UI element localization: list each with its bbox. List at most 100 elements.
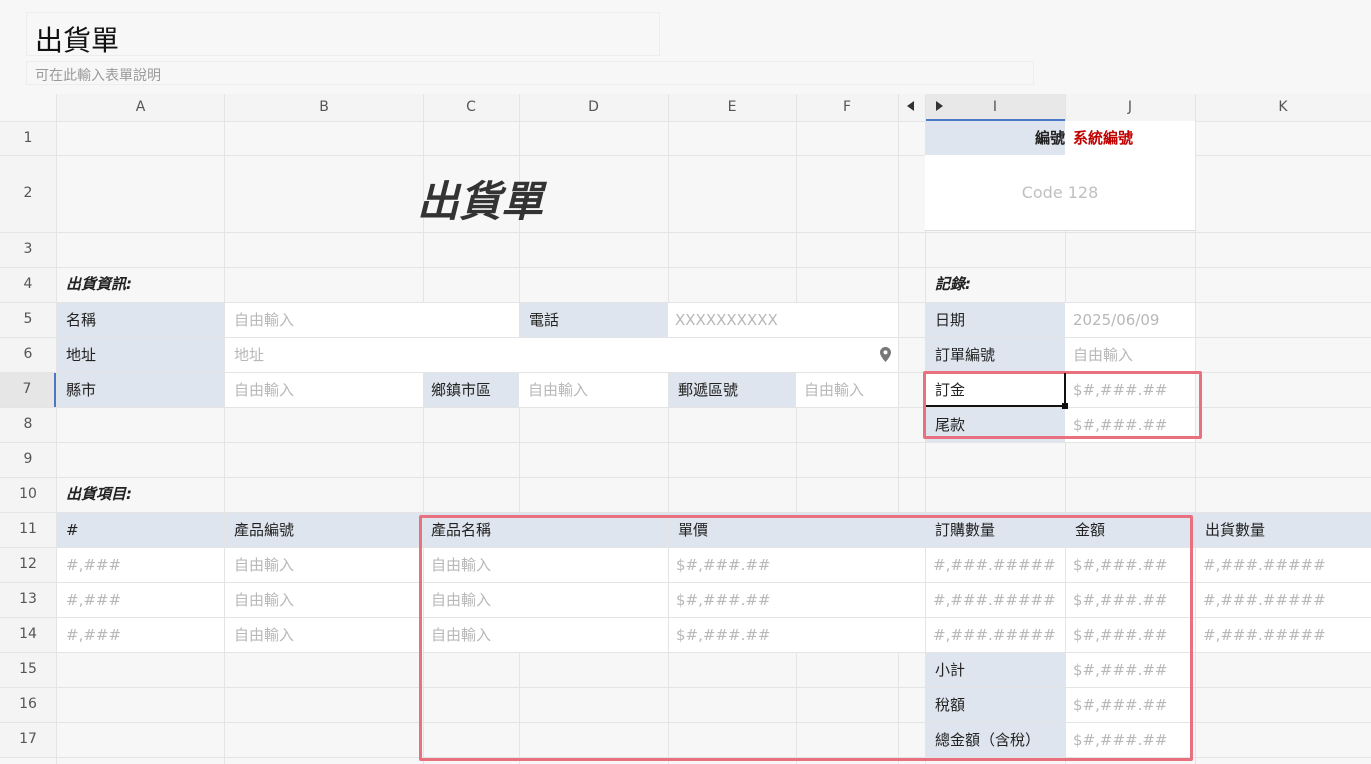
gridline — [0, 442, 1371, 443]
row-header[interactable]: 15 — [0, 652, 56, 687]
balance-label: 尾款 — [926, 408, 1065, 442]
gridline — [898, 94, 899, 764]
name-input[interactable]: 自由輸入 — [225, 303, 519, 337]
district-input[interactable]: 自由輸入 — [519, 373, 668, 407]
ship-info-heading: 出貨資訊: — [66, 275, 132, 293]
items-header-ship-qty: 出貨數量 — [1196, 513, 1371, 547]
balance-input[interactable]: $#,###.## — [1065, 408, 1195, 442]
sheet-title: 出貨單 — [416, 177, 543, 226]
phone-input[interactable]: XXXXXXXXXX — [668, 303, 898, 337]
item-ship-qty-input[interactable]: #,###.##### — [1196, 583, 1371, 617]
item-price-input[interactable]: $#,###.## — [669, 583, 925, 617]
row-header[interactable]: 5 — [0, 302, 56, 337]
row-header[interactable]: 10 — [0, 477, 56, 512]
serial-label: 編號 — [925, 121, 1065, 155]
deposit-input[interactable]: $#,###.## — [1065, 373, 1195, 407]
item-code-input[interactable]: 自由輸入 — [225, 583, 423, 617]
serial-value: 系統編號 — [1065, 121, 1195, 155]
item-code-input[interactable]: 自由輸入 — [225, 618, 423, 652]
column-header-a[interactable]: A — [56, 94, 225, 121]
items-header-amount: 金額 — [1066, 513, 1195, 547]
total-value[interactable]: $#,###.## — [1066, 723, 1190, 757]
item-price-input[interactable]: $#,###.## — [669, 548, 925, 582]
item-name-input[interactable]: 自由輸入 — [424, 583, 668, 617]
tax-value[interactable]: $#,###.## — [1066, 688, 1190, 722]
item-order-qty-input[interactable]: #,###.##### — [926, 618, 1065, 652]
item-name-input[interactable]: 自由輸入 — [424, 548, 668, 582]
items-header-unit-price: 單價 — [669, 513, 925, 547]
column-header-i[interactable]: I — [925, 94, 1065, 121]
item-index-input[interactable]: #,### — [57, 618, 224, 652]
items-heading: 出貨項目: — [66, 485, 132, 503]
row-header[interactable]: 8 — [0, 407, 56, 442]
order-number-label: 訂單編號 — [926, 338, 1065, 372]
row-header[interactable]: 12 — [0, 547, 56, 582]
name-label: 名稱 — [57, 303, 224, 337]
items-header-order-qty: 訂購數量 — [926, 513, 1065, 547]
subtotal-value[interactable]: $#,###.## — [1066, 653, 1190, 687]
date-label: 日期 — [926, 303, 1065, 337]
gridline — [1195, 94, 1196, 764]
row-header[interactable]: 2 — [0, 155, 56, 232]
row-header[interactable]: 17 — [0, 722, 56, 757]
gridline — [0, 232, 1371, 233]
city-label: 縣市 — [57, 373, 224, 407]
subtotal-label: 小計 — [926, 653, 1065, 687]
gridline — [796, 94, 797, 764]
item-index-input[interactable]: #,### — [57, 583, 224, 617]
column-header-c[interactable]: C — [423, 94, 519, 121]
column-header-f[interactable]: F — [796, 94, 898, 121]
row-header[interactable]: 4 — [0, 267, 56, 302]
items-header-index: # — [57, 513, 224, 547]
gridline — [0, 757, 1371, 758]
order-number-input[interactable]: 自由輸入 — [1065, 338, 1195, 372]
item-index-input[interactable]: #,### — [57, 548, 224, 582]
spreadsheet-grid: A B C D E F I J K 1 2 3 4 5 6 7 8 9 10 1… — [0, 0, 1371, 764]
expand-left-icon[interactable] — [907, 101, 914, 111]
fill-handle[interactable] — [1062, 403, 1068, 409]
gridline — [668, 94, 669, 764]
column-header-e[interactable]: E — [668, 94, 796, 121]
row-header[interactable]: 9 — [0, 442, 56, 477]
row-header[interactable]: 14 — [0, 617, 56, 652]
row-header[interactable]: 6 — [0, 337, 56, 372]
row-header[interactable]: 3 — [0, 232, 56, 267]
item-amount-input[interactable]: $#,###.## — [1066, 548, 1195, 582]
item-code-input[interactable]: 自由輸入 — [225, 548, 423, 582]
total-label: 總金額（含稅） — [926, 723, 1065, 757]
item-amount-input[interactable]: $#,###.## — [1066, 618, 1195, 652]
expand-right-icon[interactable] — [936, 101, 943, 111]
item-ship-qty-input[interactable]: #,###.##### — [1196, 618, 1371, 652]
item-name-input[interactable]: 自由輸入 — [424, 618, 668, 652]
row-header[interactable]: 13 — [0, 582, 56, 617]
item-amount-input[interactable]: $#,###.## — [1066, 583, 1195, 617]
date-input[interactable]: 2025/06/09 — [1065, 303, 1195, 337]
items-header-product-name: 產品名稱 — [424, 513, 668, 547]
item-order-qty-input[interactable]: #,###.##### — [926, 548, 1065, 582]
gridline — [224, 94, 225, 764]
item-price-input[interactable]: $#,###.## — [669, 618, 925, 652]
item-order-qty-input[interactable]: #,###.##### — [926, 583, 1065, 617]
deposit-label[interactable]: 訂金 — [926, 373, 1065, 407]
phone-label: 電話 — [520, 303, 668, 337]
zip-input[interactable]: 自由輸入 — [796, 373, 898, 407]
zip-label: 郵遞區號 — [669, 373, 796, 407]
city-input[interactable]: 自由輸入 — [225, 373, 423, 407]
item-ship-qty-input[interactable]: #,###.##### — [1196, 548, 1371, 582]
row-header[interactable]: 16 — [0, 687, 56, 722]
column-header-k[interactable]: K — [1195, 94, 1371, 121]
row-header[interactable]: 1 — [0, 121, 56, 155]
column-header-d[interactable]: D — [519, 94, 668, 121]
address-label: 地址 — [57, 338, 224, 372]
address-input[interactable]: 地址 — [225, 338, 898, 372]
tax-label: 稅額 — [926, 688, 1065, 722]
gridline — [56, 94, 57, 764]
barcode-placeholder: Code 128 — [925, 155, 1195, 231]
column-header-b[interactable]: B — [225, 94, 423, 121]
record-heading: 記錄: — [935, 275, 971, 293]
location-pin-icon[interactable] — [880, 347, 891, 362]
row-header[interactable]: 7 — [0, 372, 56, 407]
row-header[interactable]: 11 — [0, 512, 56, 547]
items-header-product-code: 產品編號 — [225, 513, 423, 547]
column-header-j[interactable]: J — [1065, 94, 1195, 121]
